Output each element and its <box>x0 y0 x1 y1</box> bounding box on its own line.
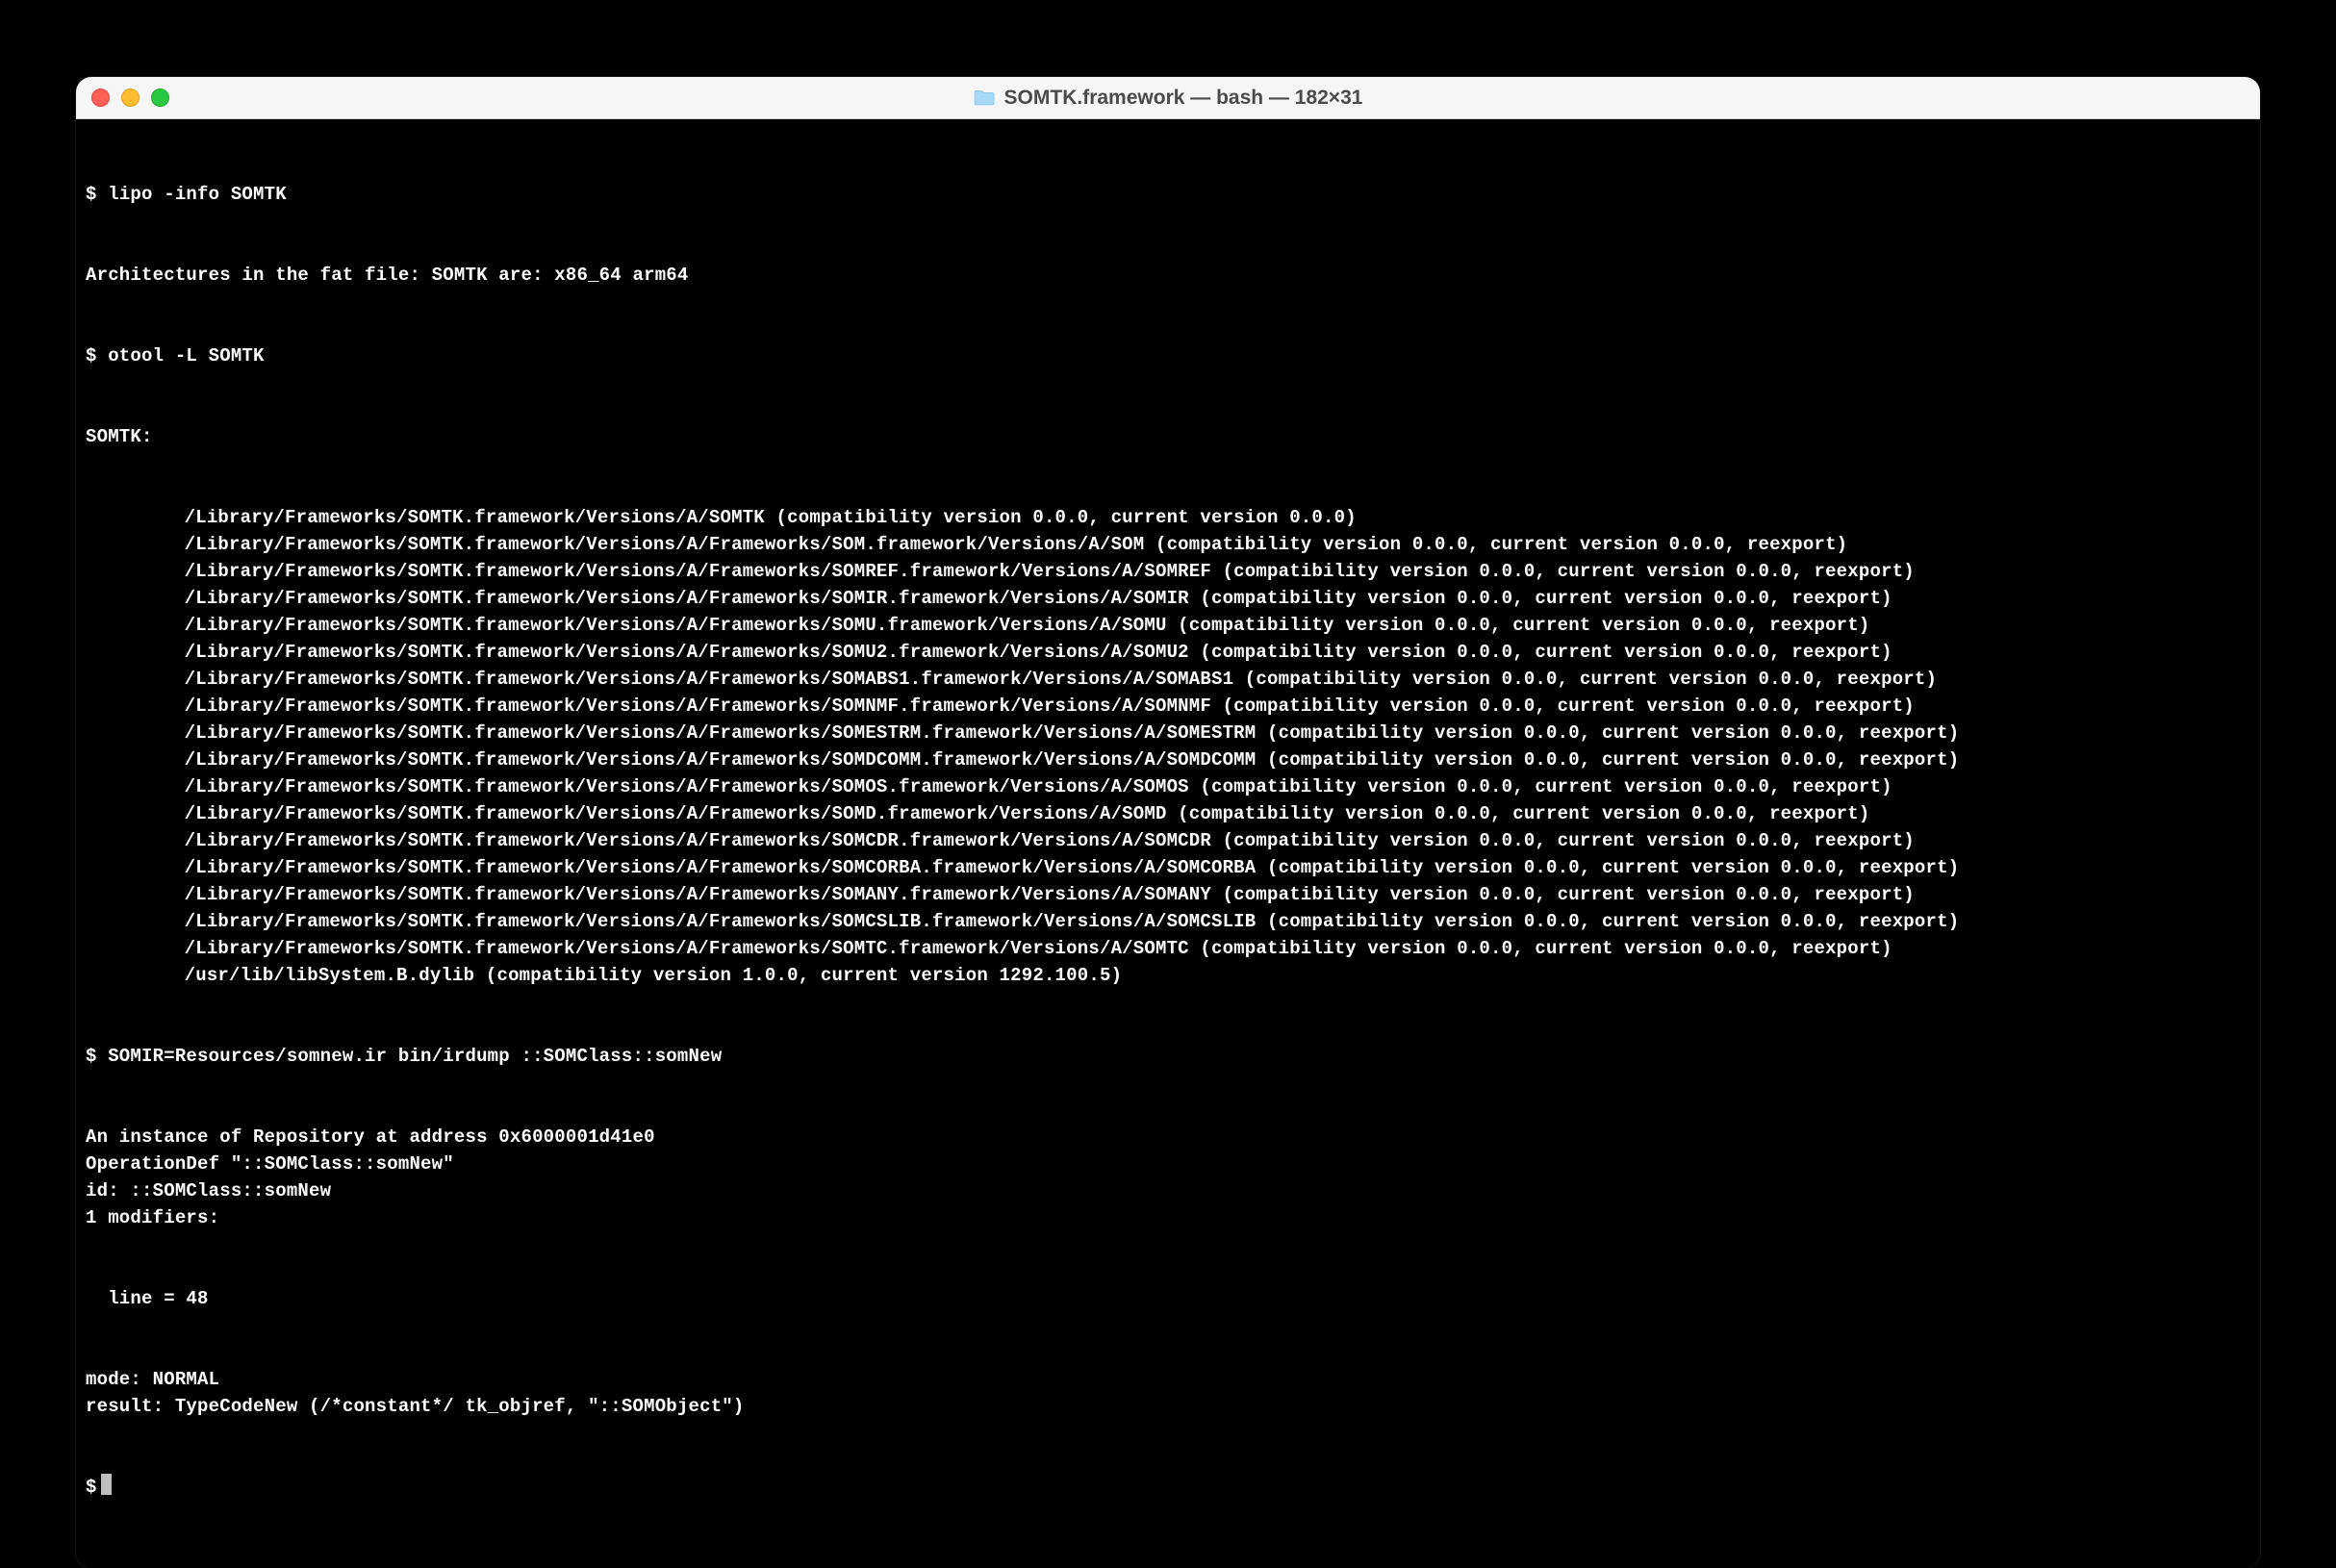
output-line: Architectures in the fat file: SOMTK are… <box>86 262 2260 289</box>
lib-line: /Library/Frameworks/SOMTK.framework/Vers… <box>86 612 2260 639</box>
lib-line: /Library/Frameworks/SOMTK.framework/Vers… <box>86 908 2260 935</box>
lib-line: /Library/Frameworks/SOMTK.framework/Vers… <box>86 935 2260 962</box>
lib-line: /Library/Frameworks/SOMTK.framework/Vers… <box>86 746 2260 773</box>
close-button[interactable] <box>91 89 110 107</box>
cmd3-tail: mode: NORMALresult: TypeCodeNew (/*const… <box>86 1366 2260 1420</box>
output-line: id: ::SOMClass::somNew <box>86 1177 2260 1204</box>
zoom-button[interactable] <box>151 89 169 107</box>
traffic-lights <box>91 89 169 107</box>
lib-line: /Library/Frameworks/SOMTK.framework/Vers… <box>86 720 2260 746</box>
title-center: SOMTK.framework — bash — 182×31 <box>76 87 2260 110</box>
cmd-line: $ SOMIR=Resources/somnew.ir bin/irdump :… <box>86 1043 2260 1070</box>
lib-line: /Library/Frameworks/SOMTK.framework/Vers… <box>86 504 2260 531</box>
lib-line: /Library/Frameworks/SOMTK.framework/Vers… <box>86 531 2260 558</box>
lib-line: /Library/Frameworks/SOMTK.framework/Vers… <box>86 827 2260 854</box>
prompt: $ <box>86 1477 97 1498</box>
output-line: mode: NORMAL <box>86 1366 2260 1393</box>
minimize-button[interactable] <box>121 89 140 107</box>
output-line: line = 48 <box>86 1285 2260 1312</box>
output-line: An instance of Repository at address 0x6… <box>86 1124 2260 1151</box>
cmd3-out: An instance of Repository at address 0x6… <box>86 1124 2260 1231</box>
output-line: SOMTK: <box>86 423 2260 450</box>
lib-line: /Library/Frameworks/SOMTK.framework/Vers… <box>86 639 2260 666</box>
terminal-content[interactable]: $ lipo -info SOMTK Architectures in the … <box>76 119 2260 1568</box>
output-line: result: TypeCodeNew (/*constant*/ tk_obj… <box>86 1393 2260 1420</box>
terminal-window: SOMTK.framework — bash — 182×31 $ lipo -… <box>76 77 2260 1568</box>
prompt-line: $ <box>86 1474 2260 1501</box>
lib-line: /Library/Frameworks/SOMTK.framework/Vers… <box>86 693 2260 720</box>
lib-line: /Library/Frameworks/SOMTK.framework/Vers… <box>86 666 2260 693</box>
lib-line: /Library/Frameworks/SOMTK.framework/Vers… <box>86 773 2260 800</box>
output-line: OperationDef "::SOMClass::somNew" <box>86 1151 2260 1177</box>
lib-line: /Library/Frameworks/SOMTK.framework/Vers… <box>86 854 2260 881</box>
window-title: SOMTK.framework — bash — 182×31 <box>1004 87 1363 110</box>
cursor <box>101 1474 112 1495</box>
folder-icon <box>974 89 995 107</box>
cmd-line: $ otool -L SOMTK <box>86 342 2260 369</box>
lib-line: /Library/Frameworks/SOMTK.framework/Vers… <box>86 800 2260 827</box>
lib-line: /Library/Frameworks/SOMTK.framework/Vers… <box>86 558 2260 585</box>
lib-line: /Library/Frameworks/SOMTK.framework/Vers… <box>86 585 2260 612</box>
cmd-line: $ lipo -info SOMTK <box>86 181 2260 208</box>
lib-line: /usr/lib/libSystem.B.dylib (compatibilit… <box>86 962 2260 989</box>
lib-line: /Library/Frameworks/SOMTK.framework/Vers… <box>86 881 2260 908</box>
window-titlebar[interactable]: SOMTK.framework — bash — 182×31 <box>76 77 2260 119</box>
output-line: 1 modifiers: <box>86 1204 2260 1231</box>
lib-list: /Library/Frameworks/SOMTK.framework/Vers… <box>86 504 2260 989</box>
